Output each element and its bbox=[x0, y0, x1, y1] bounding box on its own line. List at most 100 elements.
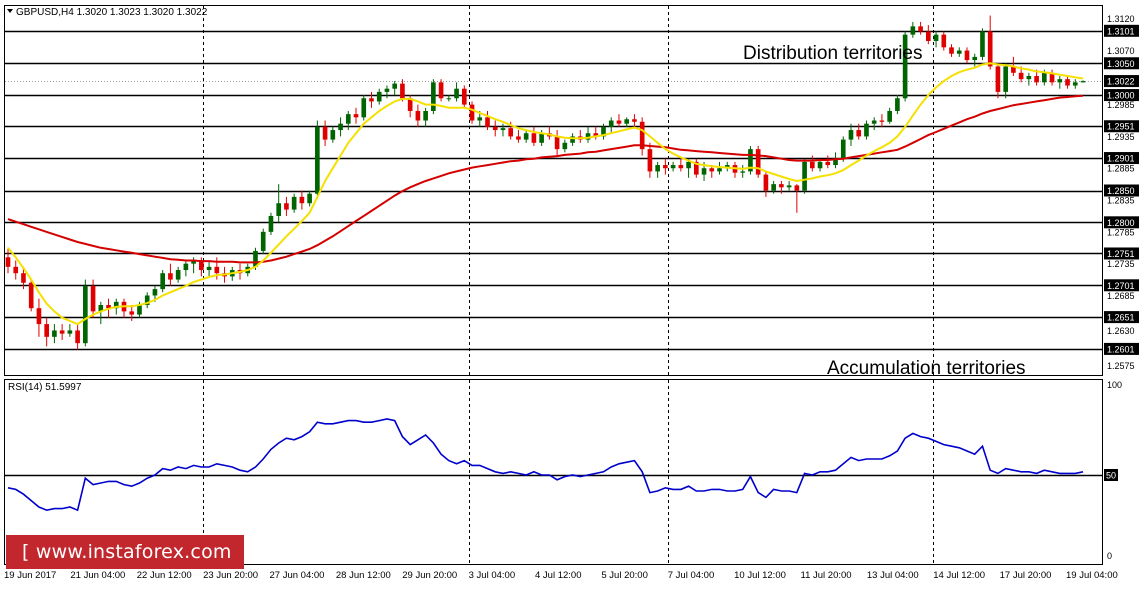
time-tick-label: 17 Jul 20:00 bbox=[1000, 570, 1052, 581]
bear-candle bbox=[284, 203, 289, 210]
bull-candle bbox=[956, 50, 962, 54]
level-price-label: 1.2850 bbox=[1107, 186, 1135, 196]
bear-candle bbox=[995, 66, 1001, 92]
current-price-label: 1.3022 bbox=[1107, 77, 1135, 87]
accumulation-label: Accumulation territories bbox=[827, 358, 1026, 379]
bull-candle bbox=[802, 161, 807, 191]
bull-candle bbox=[160, 273, 165, 290]
instaforex-watermark: [ www.instaforex.com ] bbox=[6, 535, 244, 597]
bull-candle bbox=[817, 161, 823, 169]
bear-candle bbox=[856, 130, 862, 137]
bull-candle bbox=[1057, 79, 1063, 83]
time-tick-label: 19 Jun 2017 bbox=[4, 570, 56, 581]
rsi-tick-label: 0 bbox=[1107, 551, 1112, 561]
bull-candle bbox=[431, 82, 436, 111]
bull-candle bbox=[291, 196, 297, 210]
chart-canvas: 100050 1.31201.30701.30221.29851.29351.2… bbox=[4, 5, 1139, 581]
bear-candle bbox=[663, 165, 668, 169]
bull-candle bbox=[864, 123, 869, 137]
bear-candle bbox=[825, 161, 831, 166]
bear-candle bbox=[779, 184, 784, 188]
level-price-label: 1.2701 bbox=[1107, 281, 1135, 291]
bull-candle bbox=[268, 215, 274, 232]
bear-candle bbox=[214, 266, 220, 274]
level-price-label: 1.3101 bbox=[1107, 26, 1135, 36]
level-price-label: 1.2800 bbox=[1107, 218, 1135, 228]
bull-candle bbox=[260, 231, 266, 251]
bull-candle bbox=[1072, 82, 1078, 86]
bear-candle bbox=[1034, 75, 1039, 83]
bear-candle bbox=[5, 257, 11, 267]
bear-candle bbox=[129, 311, 135, 315]
bear-candle bbox=[809, 161, 815, 169]
bull-candle bbox=[910, 26, 916, 35]
bear-candle bbox=[75, 330, 80, 344]
bull-candle bbox=[895, 98, 900, 111]
bull-candle bbox=[840, 139, 846, 159]
bull-candle bbox=[345, 114, 351, 124]
bear-candle bbox=[400, 83, 405, 99]
bear-candle bbox=[918, 26, 923, 32]
bear-candle bbox=[941, 34, 947, 48]
level-price-label: 1.2751 bbox=[1107, 249, 1135, 259]
time-tick-label: 5 Jul 20:00 bbox=[601, 570, 647, 581]
price-axis: 1.3120 1.3070 1.3022 1.2985 1.2935 1.2885 1.28… bbox=[1104, 14, 1139, 371]
bull-candle bbox=[384, 88, 390, 92]
bear-candle bbox=[755, 149, 761, 175]
bear-candle bbox=[516, 136, 521, 140]
bull-candle bbox=[376, 91, 382, 102]
bear-candle bbox=[369, 98, 374, 102]
price-tick-label: 1.2985 bbox=[1107, 100, 1135, 110]
time-tick-label: 28 Jun 12:00 bbox=[336, 570, 391, 581]
bull-candle bbox=[786, 185, 792, 188]
bull-candle bbox=[848, 130, 854, 140]
time-tick-label: 11 Jul 20:00 bbox=[801, 570, 852, 581]
bull-candle bbox=[523, 133, 529, 140]
rsi-level-label: 50 bbox=[1106, 471, 1116, 481]
time-tick-label: 10 Jul 12:00 bbox=[734, 570, 786, 581]
bull-candle bbox=[871, 120, 877, 124]
bull-candle bbox=[392, 83, 398, 89]
bear-candle bbox=[44, 324, 49, 337]
bear-candle bbox=[485, 117, 490, 127]
bull-candle bbox=[686, 161, 691, 169]
bear-candle bbox=[322, 126, 328, 140]
bull-candle bbox=[206, 266, 212, 271]
bear-candle bbox=[987, 31, 993, 67]
bull-candle bbox=[1042, 72, 1047, 83]
bear-candle bbox=[21, 273, 26, 283]
bear-candle bbox=[461, 88, 467, 105]
bull-candle bbox=[1026, 75, 1032, 80]
bull-candle bbox=[276, 203, 282, 216]
level-price-label: 1.2901 bbox=[1107, 154, 1135, 164]
bear-candle bbox=[632, 119, 637, 122]
price-tick-label: 1.2785 bbox=[1107, 227, 1135, 237]
bear-candle bbox=[531, 133, 537, 143]
level-price-label: 1.3050 bbox=[1107, 59, 1135, 69]
bear-candle bbox=[616, 120, 622, 124]
bull-candle bbox=[1080, 81, 1086, 83]
bear-candle bbox=[647, 149, 653, 172]
time-tick-label: 14 Jul 12:00 bbox=[933, 570, 985, 581]
bull-candle bbox=[152, 289, 158, 296]
bull-candle bbox=[670, 165, 676, 169]
bull-candle bbox=[137, 305, 142, 315]
distribution-label: Distribution territories bbox=[743, 43, 923, 64]
level-price-label: 1.2951 bbox=[1107, 122, 1135, 132]
bear-candle bbox=[415, 110, 421, 121]
bull-candle bbox=[67, 330, 73, 334]
bear-candle bbox=[492, 126, 498, 131]
price-tick-label: 1.3070 bbox=[1107, 46, 1135, 56]
bear-candle bbox=[763, 174, 769, 191]
time-tick-label: 29 Jun 20:00 bbox=[402, 570, 457, 581]
bull-candle bbox=[740, 171, 746, 173]
symbol-header: GBPUSD,H4 1.3020 1.3023 1.3020 1.3022 bbox=[16, 7, 208, 18]
bull-candle bbox=[52, 330, 57, 337]
level-price-label: 1.2601 bbox=[1107, 344, 1135, 354]
bull-candle bbox=[887, 110, 892, 122]
bear-candle bbox=[353, 114, 359, 118]
bull-candle bbox=[972, 56, 978, 61]
time-tick-label: 7 Jul 04:00 bbox=[668, 570, 714, 581]
time-tick-label: 4 Jul 12:00 bbox=[535, 570, 581, 581]
bull-candle bbox=[608, 120, 614, 127]
